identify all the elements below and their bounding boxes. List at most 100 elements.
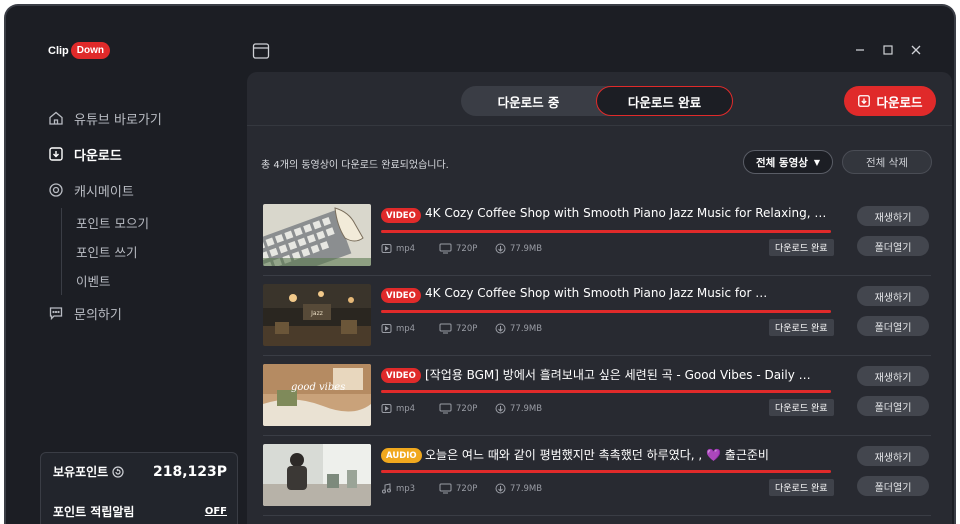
format-meta: mp4 [381,403,415,414]
tab-completed[interactable]: 다운로드 완료 [596,86,733,116]
download-icon [49,147,63,161]
maximize-icon[interactable] [880,42,896,58]
list-item: Jazz VIDEO 4K Cozy Coffee Shop with Smoo… [263,276,931,356]
sidebar-item-cashmate[interactable]: 캐시메이트 [48,172,238,208]
quality-meta: 720P [439,403,477,414]
list-item: VIDEO 4K Cozy Coffee Shop with Smooth Pi… [263,196,931,276]
play-button[interactable]: 재생하기 [857,446,929,466]
file-format-icon [381,324,392,333]
play-button[interactable]: 재생하기 [857,286,929,306]
screen-icon [439,243,452,254]
sidebar-item-label: 캐시메이트 [74,184,134,200]
download-progress-bar [381,310,831,313]
points-alarm-label: 포인트 적립알림 [53,505,135,519]
caret-down-icon: ▼ [813,157,821,167]
points-alarm-toggle[interactable]: OFF [205,506,227,517]
app-logo: Clip Down [48,42,110,59]
format-meta: mp4 [381,323,415,334]
size-meta: 77.9MB [495,403,542,414]
status-badge: 다운로드 완료 [769,319,834,336]
main-header: 다운로드 중 다운로드 완료 다운로드 [247,72,952,126]
main-panel: 다운로드 중 다운로드 완료 다운로드 총 4개의 동영상이 다운로드 완료되었… [247,72,952,524]
download-icon [858,95,871,107]
filter-label: 전체 동영상 [755,156,808,169]
play-button[interactable]: 재생하기 [857,206,929,226]
svg-text:Jazz: Jazz [310,310,323,317]
download-progress-bar [381,470,831,473]
video-thumbnail[interactable] [263,444,371,506]
delete-all-button[interactable]: 전체 삭제 [842,150,932,174]
cashmate-subnav: 포인트 모으기 포인트 쓰기 이벤트 [61,208,238,295]
download-summary: 총 4개의 동영상이 다운로드 완료되었습니다. [261,160,449,171]
close-icon[interactable] [908,42,924,58]
download-progress-bar [381,390,831,393]
sidebar-nav: 유튜브 바로가기 다운로드 캐시메이트 포인트 모으기 포인트 쓰기 이벤트 문… [48,100,238,331]
size-meta: 77.9MB [495,243,542,254]
points-value: 218,123P [152,463,227,480]
file-size-icon [495,323,506,334]
sidebar-item-label: 유튜브 바로가기 [74,112,162,128]
screen-icon [439,483,452,494]
download-progress-bar [381,230,831,233]
home-icon [49,111,63,125]
open-folder-button[interactable]: 폴더열기 [857,236,929,256]
open-folder-button[interactable]: 폴더열기 [857,476,929,496]
format-meta: mp4 [381,243,415,254]
file-size-icon [495,243,506,254]
sidebar-item-youtube[interactable]: 유튜브 바로가기 [48,100,238,136]
file-format-icon [381,404,392,413]
video-title: 4K Cozy Coffee Shop with Smooth Piano Ja… [425,286,768,300]
video-list: VIDEO 4K Cozy Coffee Shop with Smooth Pi… [263,196,931,516]
sidebar-subitem-event[interactable]: 이벤트 [76,266,238,295]
sidebar-subitem-use-points[interactable]: 포인트 쓰기 [76,237,238,266]
video-title: [작업용 BGM] 방에서 흘려보내고 싶은 세련된 곡 - Good Vibe… [425,368,811,382]
sidebar-item-download[interactable]: 다운로드 [48,136,238,172]
coin-icon [49,183,63,197]
chat-icon [49,307,63,321]
type-badge: VIDEO [381,368,421,383]
points-panel: 보유포인트 218,123P 포인트 적립알림 OFF [40,452,238,524]
sidebar-item-label: 문의하기 [74,307,122,323]
type-badge: VIDEO [381,288,421,303]
video-title: 4K Cozy Coffee Shop with Smooth Piano Ja… [425,206,827,220]
open-folder-button[interactable]: 폴더열기 [857,396,929,416]
format-meta: mp3 [381,483,415,494]
list-item: AUDIO 오늘은 여느 때와 같이 평범했지만 촉촉했던 하루였다, , 💜 … [263,436,931,516]
file-format-icon [381,244,392,253]
layout-toggle-icon[interactable] [252,42,270,60]
size-meta: 77.9MB [495,483,542,494]
status-badge: 다운로드 완료 [769,479,834,496]
points-label: 보유포인트 [53,465,109,479]
download-button[interactable]: 다운로드 [844,86,936,116]
minimize-icon[interactable] [852,42,868,58]
refresh-icon[interactable] [112,465,124,478]
video-thumbnail[interactable]: good vibes [263,364,371,426]
file-size-icon [495,403,506,414]
sidebar-item-inquiry[interactable]: 문의하기 [48,295,238,331]
list-item: good vibes VIDEO [작업용 BGM] 방에서 흘려보내고 싶은 … [263,356,931,436]
play-button[interactable]: 재생하기 [857,366,929,386]
app-window: Clip Down 유튜브 바로가기 다운로드 캐시메이트 포인트 모으기 포인… [4,4,956,524]
file-size-icon [495,483,506,494]
status-badge: 다운로드 완료 [769,239,834,256]
screen-icon [439,323,452,334]
quality-meta: 720P [439,323,477,334]
video-filter-dropdown[interactable]: 전체 동영상 ▼ [743,150,833,174]
size-meta: 77.9MB [495,323,542,334]
type-badge: AUDIO [381,448,422,463]
download-tabs: 다운로드 중 다운로드 완료 [461,86,733,116]
screen-icon [439,403,452,414]
quality-meta: 720P [439,483,477,494]
video-title: 오늘은 여느 때와 같이 평범했지만 촉촉했던 하루였다, , 💜 출근준비 [425,448,769,462]
video-thumbnail[interactable] [263,204,371,266]
video-thumbnail[interactable]: Jazz [263,284,371,346]
download-button-label: 다운로드 [876,94,923,110]
status-badge: 다운로드 완료 [769,399,834,416]
sidebar-item-label: 다운로드 [74,148,122,164]
open-folder-button[interactable]: 폴더열기 [857,316,929,336]
sidebar: Clip Down 유튜브 바로가기 다운로드 캐시메이트 포인트 모으기 포인… [6,6,248,524]
music-note-icon [382,483,391,494]
sidebar-subitem-collect-points[interactable]: 포인트 모으기 [76,208,238,237]
svg-text:good vibes: good vibes [291,382,345,393]
tab-downloading[interactable]: 다운로드 중 [461,86,596,116]
